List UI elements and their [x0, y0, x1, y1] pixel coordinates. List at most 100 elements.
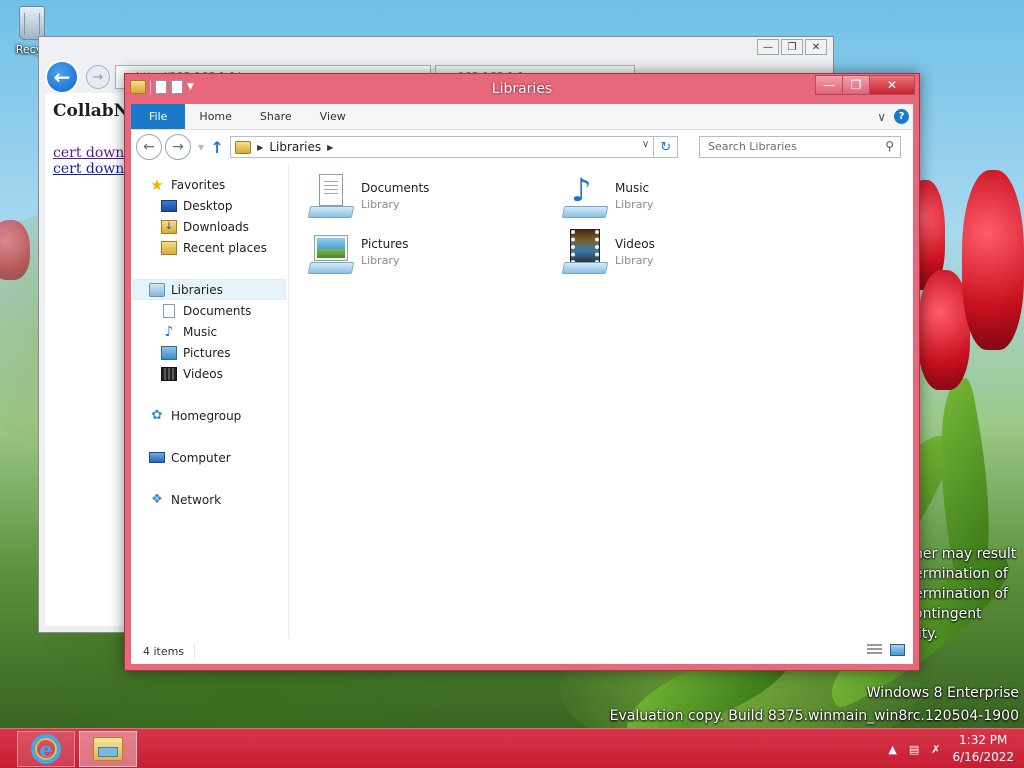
- nav-label: Desktop: [183, 198, 233, 213]
- explorer-window[interactable]: ▼ Libraries — ❐ ✕ File Home Share View ∨…: [124, 73, 920, 671]
- list-item-music[interactable]: ♪ Music Library: [561, 172, 791, 222]
- recycle-bin-icon: [19, 6, 45, 40]
- tab-view[interactable]: View: [306, 104, 360, 129]
- documents-library-icon: [307, 172, 355, 220]
- address-bar[interactable]: ▶ Libraries ▶ ∨: [230, 136, 655, 158]
- nav-recent-places[interactable]: Recent places: [131, 237, 288, 258]
- music-icon: ♪: [164, 323, 174, 340]
- computer-icon: [149, 452, 165, 463]
- nav-label: Favorites: [171, 177, 226, 192]
- help-icon[interactable]: ?: [894, 109, 909, 124]
- nav-label: Documents: [183, 303, 252, 318]
- notice-line-4: ontingent: [914, 606, 982, 622]
- back-button[interactable]: ←: [136, 134, 162, 160]
- tab-share[interactable]: Share: [246, 104, 306, 129]
- nav-pictures[interactable]: Pictures: [131, 342, 288, 363]
- item-type: Library: [615, 198, 654, 211]
- tab-home[interactable]: Home: [185, 104, 245, 129]
- nav-documents[interactable]: Documents: [131, 300, 288, 321]
- nav-desktop[interactable]: Desktop: [131, 195, 288, 216]
- file-list: Documents Library ♪ Music Library Pictur…: [289, 164, 913, 638]
- taskbar-ie-button[interactable]: e: [17, 731, 75, 767]
- nav-favorites[interactable]: ★ Favorites: [131, 174, 288, 195]
- recent-locations-icon[interactable]: ▼: [198, 143, 204, 152]
- network-status-icon[interactable]: ▤: [909, 743, 919, 756]
- breadcrumb-arrow-icon[interactable]: ▶: [327, 143, 333, 152]
- window-title: Libraries: [491, 81, 553, 97]
- nav-gap: [131, 258, 288, 279]
- nav-label: Network: [171, 492, 222, 507]
- forward-button[interactable]: →: [165, 134, 191, 160]
- list-item-pictures[interactable]: Pictures Library: [307, 228, 537, 278]
- nav-downloads[interactable]: ↓ Downloads: [131, 216, 288, 237]
- internet-explorer-icon: e: [31, 734, 61, 764]
- ie-back-icon[interactable]: ←: [45, 60, 79, 94]
- ie-close-button[interactable]: ✕: [805, 39, 827, 55]
- volume-muted-icon[interactable]: ✗: [931, 743, 940, 756]
- taskbar-explorer-button[interactable]: [79, 731, 137, 767]
- details-view-icon[interactable]: [867, 644, 882, 656]
- show-hidden-icons-icon[interactable]: ▲: [888, 743, 896, 756]
- clock[interactable]: 1:32 PM 6/16/2022: [952, 732, 1014, 766]
- list-item-documents[interactable]: Documents Library: [307, 172, 537, 222]
- nav-label: Computer: [171, 450, 231, 465]
- nav-gap: [131, 384, 288, 405]
- maximize-button[interactable]: ❐: [842, 75, 870, 95]
- clock-time: 1:32 PM: [959, 733, 1008, 747]
- ribbon: File Home Share View ∨ ?: [131, 104, 913, 130]
- explorer-body: ★ Favorites Desktop ↓ Downloads Recent p…: [131, 164, 913, 638]
- nav-label: Videos: [183, 366, 223, 381]
- refresh-icon[interactable]: ↻: [654, 136, 679, 158]
- ie-maximize-button[interactable]: ❐: [781, 39, 803, 55]
- ie-forward-icon[interactable]: →: [86, 65, 110, 89]
- ie-minimize-button[interactable]: —: [757, 39, 779, 55]
- minimize-button[interactable]: —: [815, 75, 843, 95]
- item-type: Library: [615, 254, 654, 267]
- tab-file[interactable]: File: [131, 104, 186, 129]
- item-name: Music: [615, 181, 650, 195]
- nav-network[interactable]: ❖ Network: [131, 489, 288, 510]
- notice-line-3: ermination of: [914, 586, 1008, 602]
- homegroup-icon: ✿: [151, 408, 163, 423]
- nav-label: Pictures: [183, 345, 231, 360]
- search-input[interactable]: Search Libraries ⚲: [699, 136, 901, 158]
- star-icon: ★: [150, 175, 164, 194]
- watermark-edition: Windows 8 Enterprise: [866, 685, 1019, 701]
- clock-date: 6/16/2022: [952, 750, 1014, 764]
- large-icons-view-icon[interactable]: [890, 644, 905, 656]
- search-placeholder: Search Libraries: [708, 140, 797, 153]
- item-type: Library: [361, 254, 400, 267]
- nav-label: Homegroup: [171, 408, 242, 423]
- search-icon[interactable]: ⚲: [885, 139, 894, 153]
- libraries-folder-icon: [235, 140, 252, 154]
- notice-line-2: ermination of: [914, 566, 1008, 582]
- nav-videos[interactable]: Videos: [131, 363, 288, 384]
- nav-libraries[interactable]: Libraries: [133, 279, 286, 300]
- navigation-bar: ← → ▼ ↑ ▶ Libraries ▶ ∨ ↻ Search Librari…: [131, 130, 913, 164]
- expand-ribbon-icon[interactable]: ∨: [877, 110, 886, 124]
- breadcrumb-arrow-icon[interactable]: ▶: [257, 143, 263, 152]
- libraries-icon: [149, 282, 165, 297]
- item-count: 4 items: [143, 644, 185, 658]
- notice-line-1: ner may result: [914, 546, 1017, 562]
- nav-music[interactable]: ♪ Music: [131, 321, 288, 342]
- list-item-videos[interactable]: Videos Library: [561, 228, 791, 278]
- ie-titlebar[interactable]: — ❐ ✕: [39, 37, 833, 61]
- nav-label: Recent places: [183, 240, 267, 255]
- address-dropdown-icon[interactable]: ∨: [642, 139, 649, 150]
- view-switcher: [867, 644, 905, 656]
- item-name: Documents: [361, 181, 430, 195]
- watermark-build: Evaluation copy. Build 8375.winmain_win8…: [609, 708, 1019, 724]
- recent-places-icon: [161, 240, 177, 255]
- breadcrumb-libraries[interactable]: Libraries: [269, 140, 321, 154]
- up-icon[interactable]: ↑: [208, 138, 226, 157]
- explorer-titlebar[interactable]: ▼ Libraries — ❐ ✕: [125, 74, 919, 104]
- status-separator: [194, 644, 196, 658]
- nav-homegroup[interactable]: ✿ Homegroup: [131, 405, 288, 426]
- nav-computer[interactable]: Computer: [131, 447, 288, 468]
- close-button[interactable]: ✕: [869, 75, 915, 95]
- music-library-icon: ♪: [561, 172, 609, 220]
- network-icon: ❖: [151, 492, 163, 507]
- window-controls: — ❐ ✕: [815, 75, 915, 95]
- item-name: Videos: [615, 237, 655, 251]
